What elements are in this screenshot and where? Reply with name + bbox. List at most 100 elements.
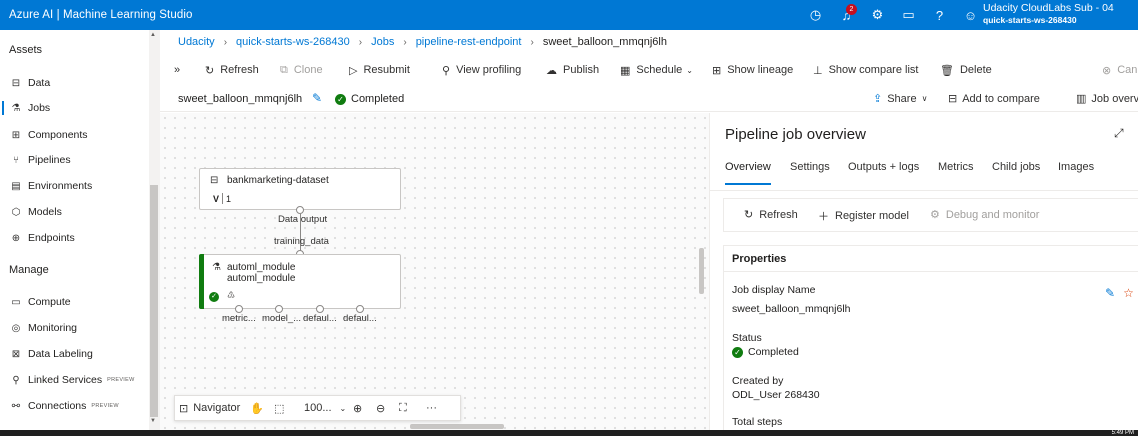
- dataset-node[interactable]: ⊟ bankmarketing-dataset V 1: [199, 168, 401, 210]
- sidebar-item-data-labeling[interactable]: ⊠ Data Labeling: [0, 343, 148, 365]
- bell-icon[interactable]: ♫ 2: [831, 0, 862, 30]
- output-port-metrics[interactable]: [235, 305, 243, 313]
- tab-overview[interactable]: Overview: [725, 161, 771, 185]
- fit-to-screen-icon[interactable]: ⛶: [399, 396, 407, 420]
- clock-icon[interactable]: ◷: [800, 0, 831, 30]
- properties-card: Properties ✎ ☆ Job display Name sweet_bal…: [723, 245, 1138, 435]
- add-to-compare-button[interactable]: ⊟ Add to compare: [948, 92, 1040, 106]
- sidebar-item-models[interactable]: ⬡ Models: [0, 201, 148, 223]
- account-subscription: Udacity CloudLabs Sub - 04: [983, 2, 1114, 14]
- refresh-button[interactable]: ↻ Refresh: [205, 60, 259, 80]
- zoom-out-icon[interactable]: ⊖: [376, 396, 385, 420]
- app-title[interactable]: Azure AI | Machine Learning Studio: [0, 9, 192, 21]
- canvas-horizontal-scrollbar[interactable]: [410, 424, 504, 429]
- gear-icon[interactable]: ⚙: [862, 0, 893, 30]
- zoom-level-dropdown[interactable]: 100... ⌄: [304, 396, 346, 420]
- zoom-in-icon[interactable]: ⊕: [353, 396, 362, 420]
- schedule-button[interactable]: ▦ Schedule ⌄: [620, 60, 693, 80]
- sidebar-item-monitoring[interactable]: ◎ Monitoring: [0, 317, 148, 339]
- automl-node[interactable]: ⚗ automl_module automl_module ✓ ♳: [199, 254, 401, 309]
- resubmit-button[interactable]: ▷ Resubmit: [349, 60, 410, 80]
- panel-icon: ▥: [1076, 93, 1087, 105]
- view-profiling-label: View profiling: [456, 64, 522, 76]
- expand-toolbar-button[interactable]: »: [174, 60, 180, 80]
- automl-node-title: automl_module: [227, 262, 296, 273]
- tab-metrics[interactable]: Metrics: [938, 161, 973, 173]
- success-bar: [199, 254, 204, 309]
- sidebar-item-data[interactable]: ⊟ Data: [0, 72, 148, 94]
- pipeline-canvas[interactable]: ⊟ bankmarketing-dataset V 1 Data output …: [160, 113, 709, 430]
- register-model-button[interactable]: ＋ Register model: [818, 208, 909, 224]
- breadcrumb-pipeline[interactable]: pipeline-rest-endpoint: [416, 36, 522, 48]
- tab-settings[interactable]: Settings: [790, 161, 830, 173]
- output-port-default-2[interactable]: [356, 305, 364, 313]
- favorite-star-icon[interactable]: ☆: [1123, 286, 1134, 300]
- breadcrumb-jobs[interactable]: Jobs: [371, 36, 394, 48]
- select-icon[interactable]: ⬚: [274, 396, 284, 420]
- scrollbar-thumb[interactable]: [150, 185, 158, 417]
- panel-refresh-label: Refresh: [759, 208, 798, 221]
- pan-hand-icon[interactable]: ✋: [250, 396, 264, 420]
- share-button[interactable]: ⇪ Share ∨: [873, 92, 927, 106]
- data-output-port[interactable]: [296, 206, 304, 214]
- cancel-button[interactable]: ⊗ Can: [1102, 60, 1137, 80]
- panel-refresh-button[interactable]: ↻ Refresh: [744, 208, 798, 222]
- add-to-compare-label: Add to compare: [962, 92, 1040, 105]
- tab-divider: [710, 190, 1138, 191]
- sidebar-item-compute[interactable]: ▭ Compute: [0, 291, 148, 313]
- edit-pencil-icon[interactable]: ✎: [312, 91, 322, 105]
- job-overview-button[interactable]: ▥ Job overv: [1076, 92, 1138, 106]
- output-port-model[interactable]: [275, 305, 283, 313]
- tab-images[interactable]: Images: [1058, 161, 1094, 173]
- sidebar-item-connections[interactable]: ⚯ Connections PREVIEW: [0, 395, 148, 417]
- register-model-label: Register model: [835, 210, 909, 222]
- preview-tag: PREVIEW: [91, 403, 119, 409]
- zoom-level: 100...: [304, 402, 332, 414]
- debug-monitor-label: Debug and monitor: [945, 208, 1040, 221]
- sidebar-item-pipelines[interactable]: ⑂ Pipelines: [0, 149, 148, 171]
- profiling-icon: ⚲: [442, 64, 451, 77]
- scroll-up-icon[interactable]: ▲: [150, 32, 156, 38]
- account-info[interactable]: Udacity CloudLabs Sub - 04 quick-starts-…: [983, 2, 1114, 26]
- output-port-default-1[interactable]: [316, 305, 324, 313]
- sidebar-item-jobs[interactable]: ⚗ Jobs: [0, 97, 148, 119]
- show-compare-list-label: Show compare list: [828, 64, 919, 76]
- navigator-label: Navigator: [193, 402, 241, 414]
- command-toolbar: » ↻ Refresh ⧉ Clone ▷ Resubmit ⚲ View profil…: [170, 60, 1138, 80]
- canvas-vertical-scrollbar[interactable]: [699, 248, 704, 294]
- data-labeling-icon: ⊠: [11, 348, 21, 360]
- clone-button[interactable]: ⧉ Clone: [280, 60, 323, 80]
- linked-services-icon: ⚲: [12, 374, 20, 386]
- navigator-button[interactable]: ⊡ Navigator: [179, 396, 240, 420]
- more-options-icon[interactable]: ···: [426, 396, 437, 420]
- publish-button[interactable]: ☁ Publish: [546, 60, 599, 80]
- total-steps-label: Total steps: [732, 416, 783, 428]
- sidebar-scrollbar[interactable]: ▲ ▼: [149, 30, 160, 430]
- sidebar-item-components[interactable]: ⊞ Components: [0, 124, 148, 146]
- smiley-icon[interactable]: ☺: [955, 0, 986, 30]
- job-name: sweet_balloon_mmqnj6lh: [178, 93, 303, 105]
- models-icon: ⬡: [11, 206, 21, 218]
- sidebar-item-label: Linked Services: [28, 374, 103, 386]
- feedback-icon[interactable]: ▭: [893, 0, 924, 30]
- expand-icon[interactable]: ⤢: [1114, 126, 1124, 141]
- scroll-down-icon[interactable]: ▼: [150, 418, 156, 424]
- show-lineage-button[interactable]: ⊞ Show lineage: [712, 60, 793, 80]
- sidebar-item-endpoints[interactable]: ⊕ Endpoints: [0, 227, 148, 249]
- publish-label: Publish: [563, 64, 600, 76]
- breadcrumb-workspace[interactable]: quick-starts-ws-268430: [236, 36, 350, 48]
- show-compare-list-button[interactable]: ⊥ Show compare list: [813, 60, 918, 80]
- view-profiling-button[interactable]: ⚲ View profiling: [442, 60, 521, 80]
- sidebar-item-environments[interactable]: ▤ Environments: [0, 175, 148, 197]
- show-lineage-label: Show lineage: [727, 64, 794, 76]
- tab-outputs-logs[interactable]: Outputs + logs: [848, 161, 919, 173]
- version-divider: [222, 193, 223, 204]
- delete-button[interactable]: 🗑 Delete: [940, 60, 992, 80]
- sidebar-item-linked-services[interactable]: ⚲ Linked Services PREVIEW: [0, 369, 148, 391]
- debug-monitor-button[interactable]: ⚙ Debug and monitor: [930, 208, 1040, 222]
- help-icon[interactable]: ?: [924, 0, 955, 30]
- tab-child-jobs[interactable]: Child jobs: [992, 161, 1040, 173]
- output-label-default-2: defaul...: [343, 313, 377, 324]
- breadcrumb-udacity[interactable]: Udacity: [178, 36, 215, 48]
- edit-pencil-icon[interactable]: ✎: [1105, 286, 1115, 300]
